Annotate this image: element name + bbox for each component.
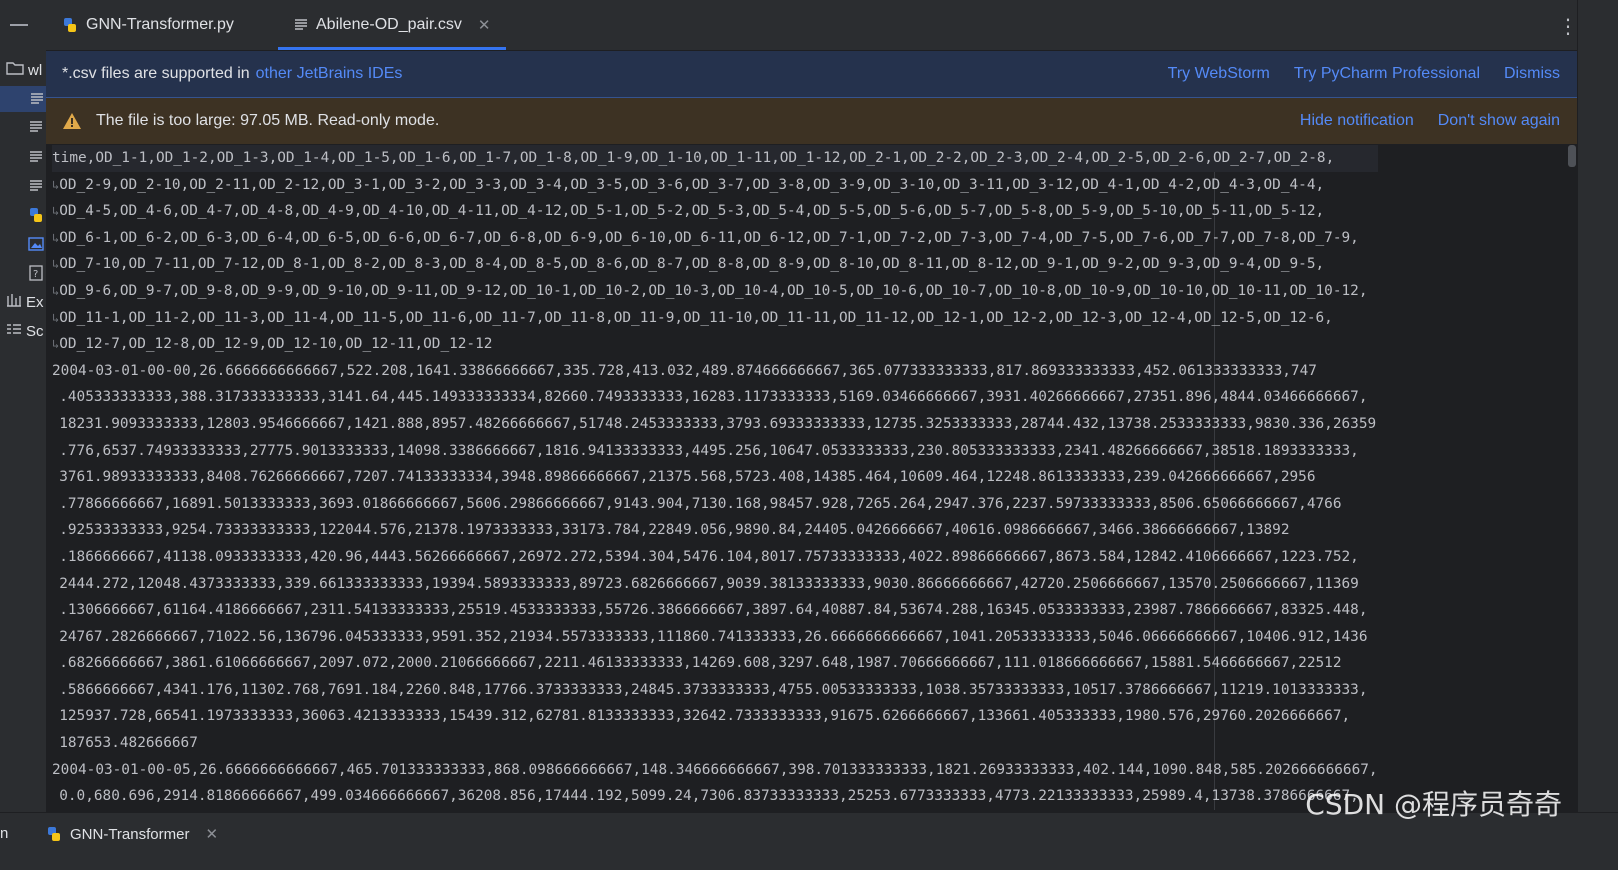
editor-tab-bar: GNN-Transformer.py Abilene-OD_pair.csv ✕… bbox=[46, 0, 1618, 51]
editor-line: 24767.2826666667,71022.56,136796.0453333… bbox=[59, 628, 1368, 645]
editor-line: .5866666667,4341.176,11302.768,7691.184,… bbox=[59, 681, 1368, 698]
tab-label: Abilene-OD_pair.csv bbox=[316, 16, 462, 33]
scratches-icon bbox=[6, 322, 22, 340]
unknown-file-icon[interactable]: ? bbox=[28, 265, 44, 281]
editor-line: time,OD_1-1,OD_1-2,OD_1-3,OD_1-4,OD_1-5,… bbox=[52, 145, 1378, 172]
image-file-icon[interactable] bbox=[28, 236, 44, 252]
editor-line: ↳OD_4-5,OD_4-6,OD_4-7,OD_4-8,OD_4-9,OD_4… bbox=[52, 203, 1325, 220]
scratches-label: Sc bbox=[26, 322, 44, 340]
editor-line: .92533333333,9254.73333333333,122044.576… bbox=[59, 522, 1290, 539]
editor-line: 3761.98933333333,8408.76266666667,7207.7… bbox=[59, 469, 1316, 486]
run-tab-label: GNN-Transformer bbox=[70, 825, 190, 843]
editor-line: ↳OD_9-6,OD_9-7,OD_9-8,OD_9-9,OD_9-10,OD_… bbox=[52, 282, 1368, 299]
project-root-row[interactable]: wl bbox=[6, 58, 46, 82]
editor-line: .405333333333,388.317333333333,3141.64,4… bbox=[59, 389, 1368, 406]
hamburger-menu-icon[interactable] bbox=[10, 24, 28, 26]
editor-line: ↳OD_6-1,OD_6-2,OD_6-3,OD_6-4,OD_6-5,OD_6… bbox=[52, 229, 1359, 246]
try-pycharm-pro-link[interactable]: Try PyCharm Professional bbox=[1294, 65, 1480, 83]
warning-text: The file is too large: 97.05 MB. Read-on… bbox=[96, 112, 440, 129]
text-file-icon[interactable] bbox=[28, 119, 44, 135]
text-file-icon bbox=[295, 19, 307, 30]
left-tool-strip: wl ? Ex Sc bbox=[0, 0, 47, 835]
svg-text:?: ? bbox=[33, 269, 38, 280]
editor-line: ↳OD_2-9,OD_2-10,OD_2-11,OD_2-12,OD_3-1,O… bbox=[52, 176, 1325, 193]
dont-show-again-link[interactable]: Don't show again bbox=[1438, 112, 1560, 130]
editor-line: .68266666667,3861.61066666667,2097.072,2… bbox=[59, 655, 1342, 672]
editor-line: 0.0,680.696,2914.81866666667,499.0346666… bbox=[59, 788, 1359, 805]
editor-line: 2444.272,12048.4373333333,339.6613333333… bbox=[59, 575, 1359, 592]
editor-line: .776,6537.74933333333,27775.9013333333,1… bbox=[59, 442, 1359, 459]
csv-support-banner: *.csv files are supported in other JetBr… bbox=[46, 51, 1578, 98]
text-file-icon[interactable] bbox=[28, 149, 44, 165]
editor-line: 2004-03-01-00-00,26.6666666666667,522.20… bbox=[52, 362, 1317, 379]
jetbrains-ides-link[interactable]: other JetBrains IDEs bbox=[256, 65, 403, 83]
run-tab-gnn-transformer[interactable]: GNN-Transformer ✕ bbox=[46, 825, 218, 843]
vertical-scrollbar[interactable] bbox=[1568, 145, 1576, 167]
external-libraries-row[interactable]: Ex bbox=[6, 290, 46, 314]
editor-line: 187653.482666667 bbox=[59, 735, 198, 752]
editor-line: 18231.9093333333,12803.9546666667,1421.8… bbox=[59, 415, 1377, 432]
tab-abilene-csv[interactable]: Abilene-OD_pair.csv ✕ bbox=[278, 0, 507, 50]
library-icon bbox=[6, 293, 22, 311]
external-libraries-label: Ex bbox=[26, 293, 44, 311]
editor-line: ↳OD_12-7,OD_12-8,OD_12-9,OD_12-10,OD_12-… bbox=[52, 336, 493, 353]
csv-banner-text: *.csv files are supported in bbox=[62, 65, 250, 82]
python-file-icon[interactable] bbox=[28, 207, 44, 223]
scratches-row[interactable]: Sc bbox=[6, 319, 46, 343]
folder-icon bbox=[6, 61, 24, 79]
dismiss-link[interactable]: Dismiss bbox=[1504, 65, 1560, 83]
csv-content[interactable]: time,OD_1-1,OD_1-2,OD_1-3,OD_1-4,OD_1-5,… bbox=[52, 145, 1378, 810]
python-icon bbox=[64, 18, 76, 32]
close-icon[interactable]: ✕ bbox=[205, 825, 218, 843]
editor-line: 2004-03-01-00-05,26.6666666666667,465.70… bbox=[52, 761, 1378, 778]
file-too-large-banner: The file is too large: 97.05 MB. Read-on… bbox=[46, 98, 1578, 144]
editor-line: 125937.728,66541.1973333333,36063.421333… bbox=[59, 708, 1351, 725]
bottom-left-label: n bbox=[0, 825, 9, 842]
close-icon[interactable]: ✕ bbox=[478, 16, 491, 34]
editor-line: .1306666667,61164.4186666667,2311.541333… bbox=[59, 602, 1368, 619]
editor-line: ↳OD_11-1,OD_11-2,OD_11-3,OD_11-4,OD_11-5… bbox=[52, 309, 1333, 326]
editor-line: ↳OD_7-10,OD_7-11,OD_7-12,OD_8-1,OD_8-2,O… bbox=[52, 256, 1325, 273]
right-tool-strip bbox=[1577, 0, 1618, 835]
tab-label: GNN-Transformer.py bbox=[86, 16, 234, 33]
project-root-label: wl bbox=[28, 61, 43, 79]
hide-notification-link[interactable]: Hide notification bbox=[1300, 112, 1414, 130]
more-options-icon[interactable]: ⋮ bbox=[1558, 14, 1578, 39]
editor-area[interactable]: time,OD_1-1,OD_1-2,OD_1-3,OD_1-4,OD_1-5,… bbox=[46, 145, 1578, 810]
try-webstorm-link[interactable]: Try WebStorm bbox=[1168, 65, 1270, 83]
watermark: CSDN @程序员奇奇 bbox=[1305, 788, 1562, 821]
editor-line: .77866666667,16891.5013333333,3693.01866… bbox=[59, 495, 1342, 512]
text-file-icon bbox=[31, 93, 43, 104]
editor-line: .1866666667,41138.0933333333,420.96,4443… bbox=[59, 548, 1359, 565]
file-row-selected[interactable] bbox=[0, 86, 46, 112]
text-file-icon[interactable] bbox=[28, 178, 44, 194]
python-icon bbox=[48, 827, 60, 841]
tab-gnn-transformer[interactable]: GNN-Transformer.py bbox=[62, 0, 234, 50]
warning-icon bbox=[63, 113, 81, 129]
